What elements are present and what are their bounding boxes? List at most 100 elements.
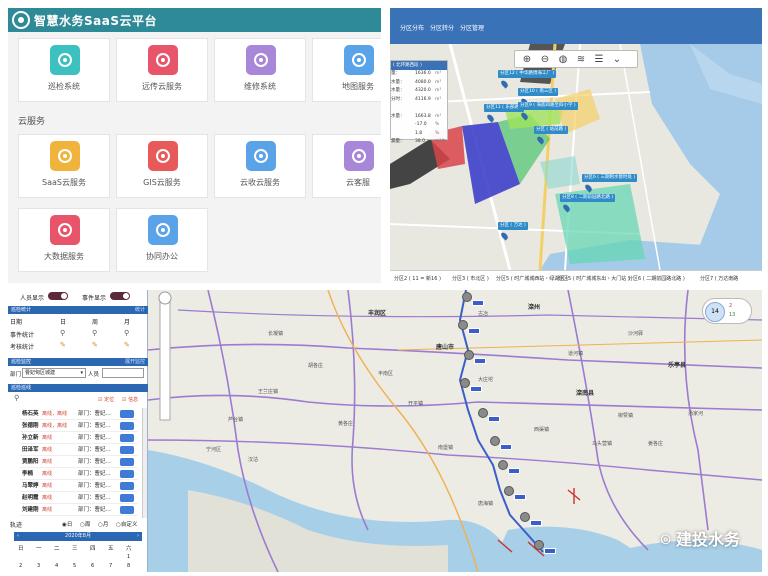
patrol-vehicle-icon[interactable] [498,460,508,470]
zone-tab[interactable]: 分区3 ( 市北区 ) [452,275,489,282]
vehicle-tag[interactable] [508,468,520,474]
nav-item-zone-transfer[interactable]: 分区转分 [430,23,454,32]
layers-icon[interactable]: ≋ [574,53,588,66]
cluster-legend[interactable]: 14 2 13 [702,298,752,324]
person-input[interactable] [102,368,144,378]
vehicle-tag[interactable] [488,416,500,422]
person-row[interactable]: 杨石英 离线，离线 部门：曹妃... [20,408,138,420]
calendar-day[interactable]: 5 [73,563,76,569]
track-option-radio[interactable]: ○月 [98,520,108,528]
track-option-radio[interactable]: ◉日 [62,520,72,528]
person-row[interactable]: 李楠 离线 部门：曹妃... [20,468,138,480]
info-checkbox[interactable]: ☑ 信息 [122,396,138,403]
service-tile-row2-1[interactable]: GIS云服务 [116,134,208,198]
search-icon[interactable]: ⚲ [92,329,97,337]
calendar-day[interactable]: 6 [91,563,94,569]
person-row[interactable]: 马翠婷 离线 部门：曹妃... [20,480,138,492]
zone-tab[interactable]: 分区7 ( 万达南路 [700,275,738,282]
person-row[interactable]: 赵明霞 离线 部门：曹妃... [20,492,138,504]
locate-button[interactable] [120,434,134,442]
patrol-vehicle-icon[interactable] [490,436,500,446]
patrol-vehicle-icon[interactable] [458,320,468,330]
calendar-day[interactable]: 4 [55,563,58,569]
globe-icon[interactable]: ◍ [556,53,570,66]
patrol-vehicle-icon[interactable] [460,378,470,388]
zone-label[interactable]: 分区12 ( 中华路博海工厂 ) [498,70,557,78]
patrol-vehicle-icon[interactable] [534,540,544,550]
person-row[interactable]: 刘建刚 离线 部门：曹妃... [20,504,138,516]
edit-icon[interactable]: ✎ [92,341,98,349]
link-icon[interactable]: ⚲ [14,394,19,402]
patrol-vehicle-icon[interactable] [478,408,488,418]
next-month-icon[interactable]: › [137,532,139,541]
dept-select[interactable]: 曹妃甸区城建 ▾ [22,368,86,378]
search-icon[interactable]: ⚲ [124,329,129,337]
zone-label[interactable]: 分区 ( 万达 ) [498,222,528,230]
search-icon[interactable]: ⚲ [60,329,65,337]
zone-label[interactable]: 分区10 ( 南三区 ) [518,88,559,96]
vehicle-tag[interactable] [500,444,512,450]
stats-bar-link[interactable]: 统计 [135,306,145,314]
track-option-radio[interactable]: ○周 [80,520,90,528]
vehicle-tag[interactable] [530,520,542,526]
person-row[interactable]: 孙立新 离线 部门：曹妃... [20,432,138,444]
patrol-vehicle-icon[interactable] [462,292,472,302]
zone-tab[interactable]: 分区5 ( 时广城城东出・大门站 ) [558,275,630,282]
zone-label[interactable]: 分区6 ( 三期制水暂时处 ) [582,174,638,182]
calendar-day[interactable]: 1 [127,554,130,560]
locate-button[interactable] [120,506,134,514]
zone-label[interactable]: 分区9 ( 海底四路至四小学 ) [518,102,578,110]
event-toggle[interactable] [110,292,130,300]
person-row[interactable]: 张德刚 离线，离线 部门：曹妃... [20,420,138,432]
locate-button[interactable] [120,422,134,430]
locate-button[interactable] [120,410,134,418]
zone-tab[interactable]: 分区6 ( 二期前园路北路 ) [628,275,685,282]
locate-checkbox[interactable]: ☑ 定位 [98,396,114,403]
calendar-day[interactable]: 8 [127,563,130,569]
zoom-out-icon[interactable]: ⊖ [538,53,552,66]
service-tile-row1-3[interactable]: 地图服务 [312,38,381,102]
edit-icon[interactable]: ✎ [60,341,66,349]
person-toggle[interactable] [48,292,68,300]
vehicle-tag[interactable] [544,548,556,554]
zone-label[interactable]: 分区8 ( 二期前园路北路 ) [560,194,616,202]
calendar-day[interactable]: 2 [19,563,22,569]
monitor-bar-link[interactable]: 展开监控 [125,358,145,366]
service-tile-row2-2[interactable]: 云收云服务 [214,134,306,198]
locate-button[interactable] [120,494,134,502]
service-tile-row2-0[interactable]: SaaS云服务 [18,134,110,198]
list-scrollbar[interactable] [142,408,147,518]
vehicle-tag[interactable] [470,386,482,392]
patrol-vehicle-icon[interactable] [504,486,514,496]
locate-button[interactable] [120,470,134,478]
edit-icon[interactable]: ✎ [124,341,130,349]
locate-button[interactable] [120,446,134,454]
calendar-day[interactable]: 3 [37,563,40,569]
service-tile-row1-1[interactable]: 远传云服务 [116,38,208,102]
chevron-down-icon[interactable]: ⌄ [610,53,624,66]
service-tile-row1-2[interactable]: 维修系统 [214,38,306,102]
person-row[interactable]: 贾鹏阳 离线 部门：曹妃... [20,456,138,468]
zoom-in-icon[interactable]: ⊕ [520,53,534,66]
patrol-vehicle-icon[interactable] [464,350,474,360]
vehicle-tag[interactable] [468,328,480,334]
service-tile-row2-3[interactable]: 云客服 [312,134,381,198]
service-tile-row3-0[interactable]: 大数据服务 [18,208,110,272]
service-tile-row3-1[interactable]: 协同办公 [116,208,208,272]
track-option-radio[interactable]: ○自定义 [116,520,137,528]
patrol-vehicle-icon[interactable] [520,512,530,522]
nav-item-zone-distribution[interactable]: 分区分布 [400,23,424,32]
calendar-day[interactable]: 7 [109,563,112,569]
list-icon[interactable]: ☰ [592,53,606,66]
vehicle-tag[interactable] [472,300,484,306]
zone-label[interactable]: 分区 ( 站前路 ) [534,126,569,134]
person-row[interactable]: 田泽军 离线 部门：曹妃... [20,444,138,456]
nav-item-zone-management[interactable]: 分区管理 [460,23,484,32]
zone-tab[interactable]: 分区2 ( 11 = 新16 ) [394,275,441,282]
locate-button[interactable] [120,458,134,466]
prev-month-icon[interactable]: ‹ [17,532,19,541]
vehicle-tag[interactable] [474,358,486,364]
locate-button[interactable] [120,482,134,490]
vehicle-tag[interactable] [514,494,526,500]
service-tile-row1-0[interactable]: 巡检系统 [18,38,110,102]
